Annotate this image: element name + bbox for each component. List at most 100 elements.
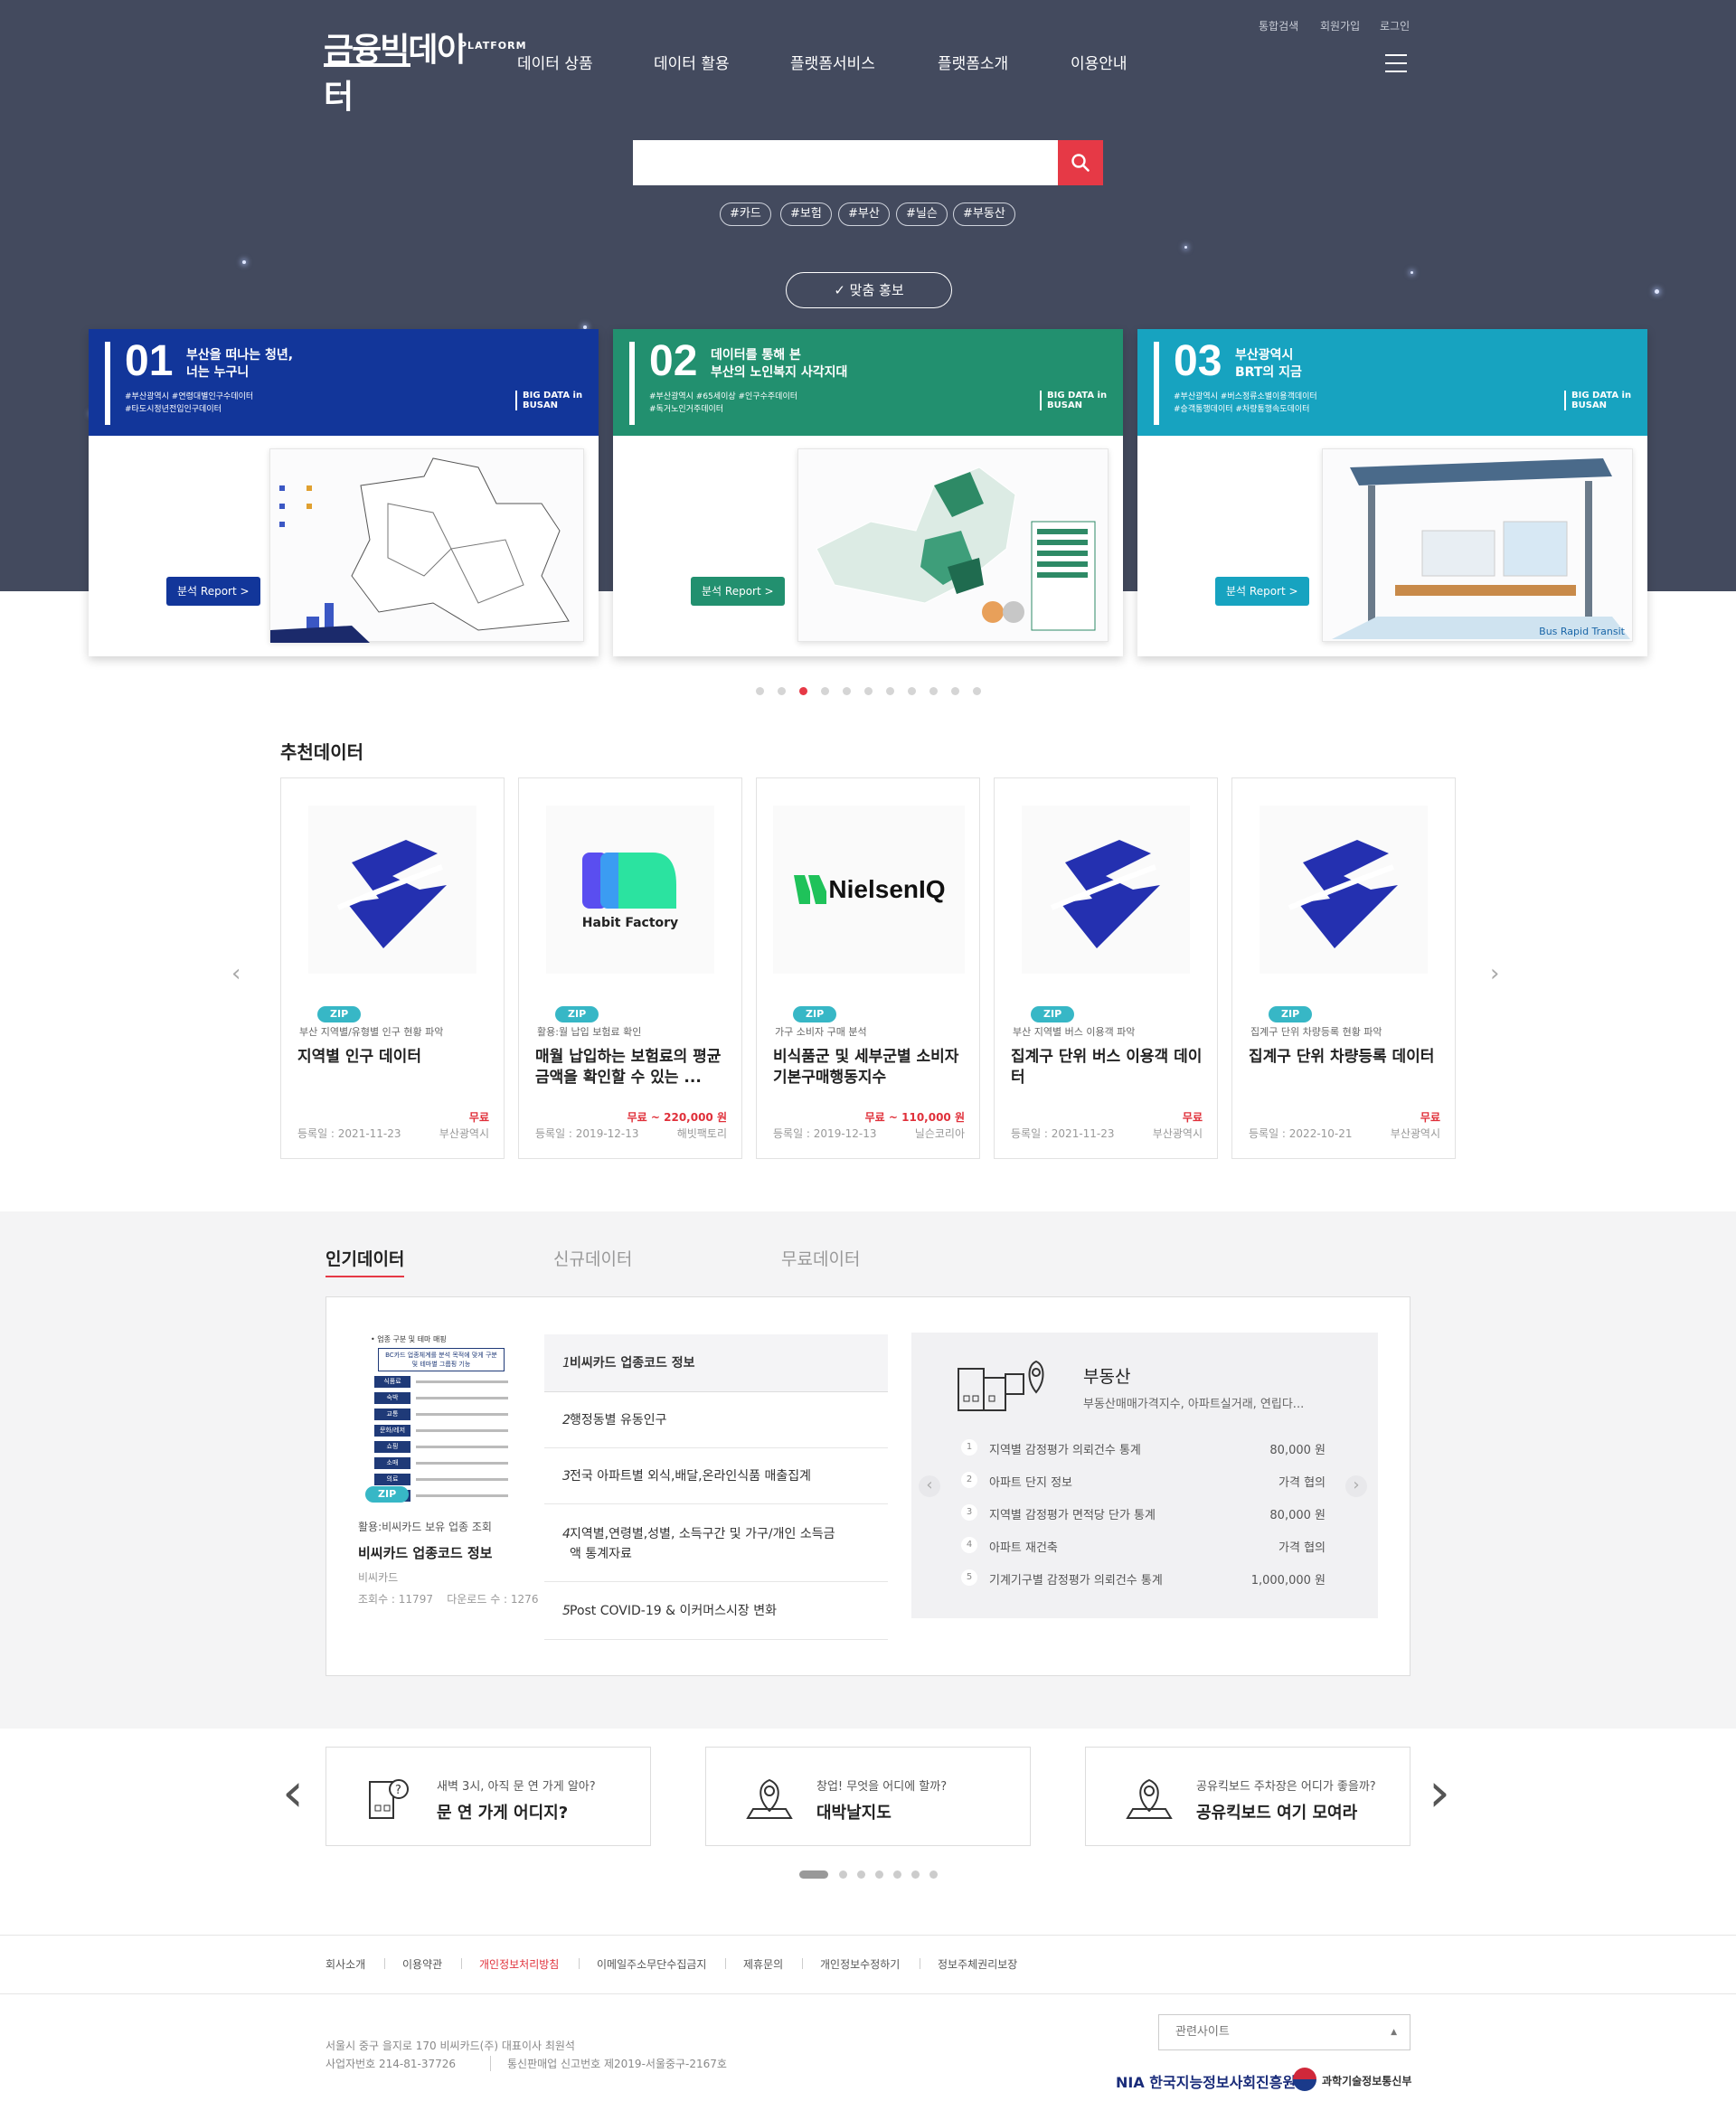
data-card[interactable]: NielsenIQ ZIP 가구 소비자 구매 분석 비식품군 및 세부군별 소… (756, 777, 980, 1159)
featured-doc-image[interactable]: • 업종 구분 및 테마 매핑 BC카드 업종체계를 분석 목적에 맞게 구분 … (365, 1331, 517, 1502)
bigdata-busan-logo: BIG DATA in BUSAN (1564, 391, 1637, 410)
slider-dot[interactable] (839, 1870, 847, 1879)
footer-link-privacy[interactable]: 개인정보처리방침 (479, 1956, 559, 1972)
report-button[interactable]: 분석 Report > (1215, 577, 1309, 606)
slider-dot[interactable] (911, 1870, 920, 1879)
slider-dot[interactable] (886, 687, 894, 695)
search-tag[interactable]: #닐슨 (896, 203, 948, 226)
search-tag[interactable]: #부산 (838, 203, 890, 226)
banner-card-3[interactable]: 03 부산광역시 BRT의 지금 #부산광역시 #버스정류소별이용객데이터 #승… (1137, 329, 1647, 656)
report-button[interactable]: 분석 Report > (166, 577, 260, 606)
data-card[interactable]: ZIP 부산 지역별 버스 이용객 파악 집계구 단위 버스 이용객 데이터 무… (994, 777, 1218, 1159)
shortcut-card[interactable]: 공유킥보드 주차장은 어디가 좋을까? 공유킥보드 여기 모여라 (1085, 1747, 1410, 1846)
hamburger-menu-icon[interactable] (1385, 54, 1407, 72)
chevron-right-icon[interactable]: › (1490, 960, 1499, 987)
zip-badge: ZIP (555, 1006, 599, 1022)
search-tag[interactable]: #카드 (720, 203, 771, 226)
chevron-right-icon[interactable]: › (1429, 1766, 1450, 1820)
search-input[interactable] (633, 140, 1058, 185)
tab-popular[interactable]: 인기데이터 (326, 1246, 405, 1277)
shortcut-title: 문 연 가게 어디지? (437, 1804, 569, 1823)
footer-link-about[interactable]: 회사소개 (326, 1956, 365, 1972)
nav-platform-service[interactable]: 플랫폼서비스 (790, 51, 875, 73)
slider-dot[interactable] (929, 1870, 938, 1879)
banner-card-1[interactable]: 01 부산을 떠나는 청년, 너는 누구니 #부산광역시 #연령대별인구수데이터… (89, 329, 599, 656)
nielseniq-text: NielsenIQ (828, 875, 946, 903)
nav-data-usage[interactable]: 데이터 활용 (654, 51, 730, 73)
search-button[interactable] (1058, 140, 1103, 185)
category-item-title[interactable]: 지역별 감정평가 의뢰건수 통계 (989, 1440, 1141, 1457)
zip-badge: ZIP (1031, 1006, 1075, 1022)
data-card-org: 닐슨코리아 (914, 1127, 965, 1140)
category-item-price: 가격 협의 (1278, 1541, 1326, 1555)
nav-platform-intro[interactable]: 플랫폼소개 (938, 51, 1008, 73)
data-card[interactable]: Habit Factory ZIP 활용:월 납입 보험료 확인 매월 납입하는… (518, 777, 742, 1159)
slider-dot[interactable] (843, 687, 851, 695)
search-tag[interactable]: #보험 (780, 203, 832, 226)
nielseniq-logo: NielsenIQ (773, 806, 965, 974)
footer-link-partnership[interactable]: 제휴문의 (743, 1956, 783, 1972)
rank-item-2[interactable]: 2행정동별 유동인구 (544, 1392, 888, 1448)
rank-item-4[interactable]: 4 지역별,연령별,성별, 소득구간 및 가구/개인 소득금 액 통계자료 (544, 1504, 888, 1582)
slider-dot-active[interactable] (799, 1870, 828, 1879)
banner-card-2[interactable]: 02 데이터를 통해 본 부산의 노인복지 사각지대 #부산광역시 #65세이상… (613, 329, 1123, 656)
rank-item-5[interactable]: 5Post COVID-19 & 이커머스시장 변화 (544, 1582, 888, 1640)
category-item-title[interactable]: 기계기구별 감정평가 의뢰건수 통계 (989, 1570, 1163, 1588)
slider-dot[interactable] (756, 687, 764, 695)
slider-dot[interactable] (929, 687, 938, 695)
data-card-price: 무료 (1420, 1111, 1440, 1124)
report-button[interactable]: 분석 Report > (691, 577, 785, 606)
related-sites-select[interactable]: 관련사이트 ▲ (1158, 2014, 1410, 2050)
category-item-number: 5 (961, 1569, 977, 1586)
chevron-left-icon[interactable]: ‹ (231, 960, 241, 987)
tab-new[interactable]: 신규데이터 (553, 1246, 632, 1270)
data-card[interactable]: ZIP 집계구 단위 차량등록 현황 파악 집계구 단위 차량등록 데이터 무료… (1231, 777, 1456, 1159)
util-signup[interactable]: 회원가입 (1320, 18, 1360, 33)
tab-free[interactable]: 무료데이터 (781, 1246, 860, 1270)
doc-box-text: BC카드 업종체계를 분석 목적에 맞게 구분 및 테마별 그룹핑 기능 (378, 1348, 505, 1371)
category-item-title[interactable]: 아파트 단지 정보 (989, 1473, 1072, 1490)
rank-number: 5 (562, 1604, 571, 1618)
site-logo[interactable]: 금융빅데이터 PLATFORM (324, 20, 526, 116)
chevron-left-icon[interactable]: ‹ (919, 1475, 940, 1497)
slider-dot[interactable] (821, 687, 829, 695)
slider-dot[interactable] (951, 687, 959, 695)
slider-dot[interactable] (908, 687, 916, 695)
slider-dot[interactable] (864, 687, 873, 695)
category-item-title[interactable]: 아파트 재건축 (989, 1538, 1058, 1555)
featured-title[interactable]: 비씨카드 업종코드 정보 (358, 1543, 492, 1562)
slider-dot[interactable] (973, 687, 981, 695)
data-card-subtitle: 활용:월 납입 보험료 확인 (537, 1026, 642, 1038)
slider-dot[interactable] (857, 1870, 865, 1879)
util-login[interactable]: 로그인 (1380, 18, 1410, 33)
banner-number: 03 (1174, 337, 1222, 385)
logo-text: 금융빅데이터 (324, 32, 467, 116)
footer-link-terms[interactable]: 이용약관 (402, 1956, 442, 1972)
nav-guide[interactable]: 이용안내 (1071, 51, 1127, 73)
custom-promo-button[interactable]: ✓ 맞춤 홍보 (786, 272, 952, 308)
util-search[interactable]: 통합검색 (1259, 18, 1298, 33)
footer-link-email[interactable]: 이메일주소무단수집금지 (597, 1956, 706, 1972)
location-pin-icon (746, 1778, 793, 1819)
data-card-subtitle: 부산 지역별/유형별 인구 현황 파악 (299, 1026, 444, 1038)
rank-item-1[interactable]: 1비씨카드 업종코드 정보 (544, 1334, 888, 1392)
chevron-right-icon[interactable]: › (1345, 1475, 1367, 1497)
category-item-title[interactable]: 지역별 감정평가 면적당 단가 통계 (989, 1505, 1156, 1522)
search-tag[interactable]: #부동산 (953, 203, 1015, 226)
slider-dot-active[interactable] (799, 687, 807, 695)
slider-dot[interactable] (893, 1870, 901, 1879)
doc-row-label: 쇼핑 (374, 1441, 410, 1453)
footer-link-rights[interactable]: 정보주체권리보장 (938, 1956, 1017, 1972)
shortcut-card[interactable]: 창업! 무엇을 어디에 할까? 대박날지도 (705, 1747, 1031, 1846)
chevron-left-icon[interactable]: ‹ (282, 1766, 304, 1820)
footer-link-edit-info[interactable]: 개인정보수정하기 (820, 1956, 900, 1972)
shortcut-card[interactable]: ? 새벽 3시, 아직 문 연 가게 알아? 문 연 가게 어디지? (326, 1747, 651, 1846)
data-card-title: 비식품군 및 세부군별 소비자 기본구매행동지수 (773, 1048, 959, 1087)
slider-dot[interactable] (875, 1870, 883, 1879)
slider-dot[interactable] (778, 687, 786, 695)
svg-text:?: ? (395, 1784, 401, 1797)
related-sites-label: 관련사이트 (1175, 2025, 1230, 2039)
rank-item-3[interactable]: 3전국 아파트별 외식,배달,온라인식품 매출집계 (544, 1448, 888, 1504)
nav-data-products[interactable]: 데이터 상품 (517, 51, 593, 73)
data-card[interactable]: ZIP 부산 지역별/유형별 인구 현황 파악 지역별 인구 데이터 무료 등록… (280, 777, 505, 1159)
